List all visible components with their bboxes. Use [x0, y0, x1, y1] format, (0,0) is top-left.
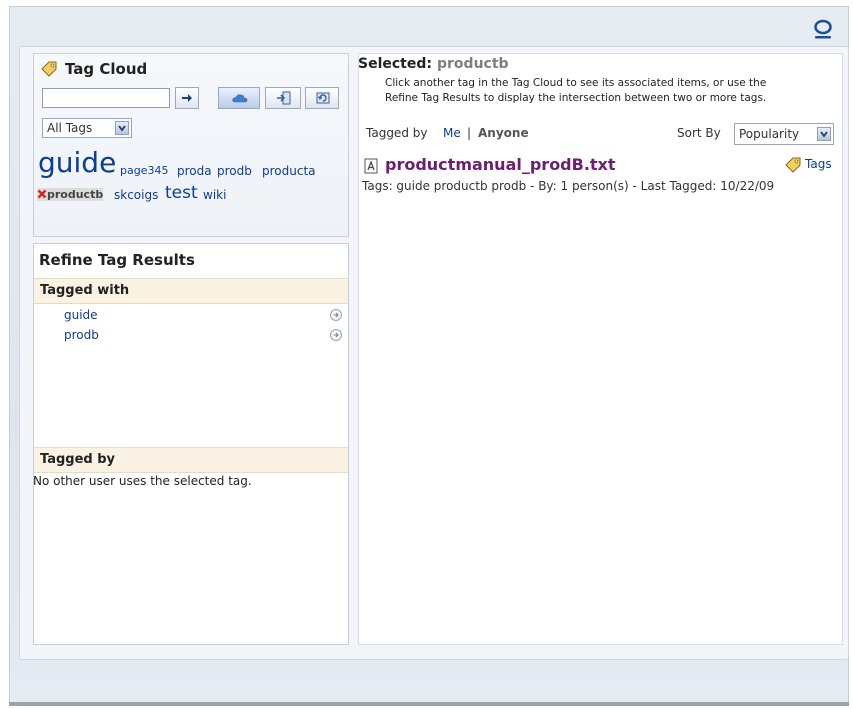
- tag-search-input[interactable]: [42, 88, 170, 108]
- tag-producta[interactable]: producta: [262, 164, 316, 178]
- selected-tag: productb: [437, 56, 509, 72]
- sort-by-value: Popularity: [739, 127, 800, 141]
- tagged-with-prodb[interactable]: prodb: [64, 328, 99, 342]
- sort-by-label: Sort By: [677, 126, 721, 140]
- cloud-view-button[interactable]: [218, 87, 260, 109]
- tag-guide[interactable]: guide: [38, 146, 116, 179]
- tagged-by-message: No other user uses the selected tag.: [33, 474, 252, 488]
- result-meta: Tags: guide productb prodb - By: 1 perso…: [362, 179, 775, 193]
- tag-page345[interactable]: page345: [120, 164, 168, 177]
- tag-test[interactable]: test: [165, 183, 198, 203]
- tag-skcoigs[interactable]: skcoigs: [114, 188, 158, 202]
- tag-prodb[interactable]: prodb: [217, 164, 252, 178]
- tag-icon[interactable]: [784, 156, 802, 174]
- frame-bottom-border: [9, 702, 849, 706]
- tag-icon: [41, 61, 57, 77]
- tag-cloud-title: Tag Cloud: [65, 60, 148, 78]
- arrow-right-icon: [182, 94, 192, 102]
- tag-filter-value: All Tags: [47, 121, 93, 135]
- sort-by-select[interactable]: Popularity: [734, 123, 834, 145]
- chevron-down-icon: [115, 121, 129, 135]
- selected-label: Selected:: [358, 56, 432, 72]
- list-view-button[interactable]: [265, 87, 301, 109]
- refine-title: Refine Tag Results: [39, 251, 195, 269]
- remove-x-icon[interactable]: [37, 189, 47, 199]
- help-text-line2: Refine Tag Results to display the inters…: [385, 92, 767, 104]
- sign-in-icon: [277, 91, 291, 105]
- result-tags-link[interactable]: Tags: [805, 157, 832, 171]
- tagged-by-me-link[interactable]: Me: [443, 126, 461, 140]
- tag-wiki[interactable]: wiki: [203, 188, 226, 202]
- chevron-down-icon: [817, 127, 831, 141]
- result-title-link[interactable]: productmanual_prodB.txt: [385, 155, 616, 174]
- tagged-with-guide[interactable]: guide: [64, 308, 98, 322]
- tag-productb-selected[interactable]: productb: [37, 188, 104, 201]
- document-icon: [364, 158, 378, 174]
- oracle-logo-icon: [814, 19, 832, 39]
- tagged-by-header: Tagged by: [34, 447, 348, 473]
- tag-filter-select[interactable]: All Tags: [42, 118, 132, 138]
- tag-proda[interactable]: proda: [177, 164, 212, 178]
- add-guide-icon[interactable]: [330, 309, 342, 321]
- cloud-icon: [232, 94, 248, 103]
- help-text-line1: Click another tag in the Tag Cloud to se…: [385, 77, 767, 89]
- tagged-by-anyone[interactable]: Anyone: [478, 126, 529, 140]
- refresh-icon: [316, 92, 330, 104]
- add-prodb-icon[interactable]: [330, 329, 342, 341]
- tagged-by-label: Tagged by: [366, 126, 428, 140]
- tag-cloud-panel: [33, 53, 349, 237]
- tag-productb-label: productb: [47, 188, 104, 201]
- refresh-button[interactable]: [305, 87, 339, 109]
- separator: |: [467, 126, 472, 140]
- tagged-with-header: Tagged with: [34, 278, 348, 304]
- search-go-button[interactable]: [175, 87, 199, 109]
